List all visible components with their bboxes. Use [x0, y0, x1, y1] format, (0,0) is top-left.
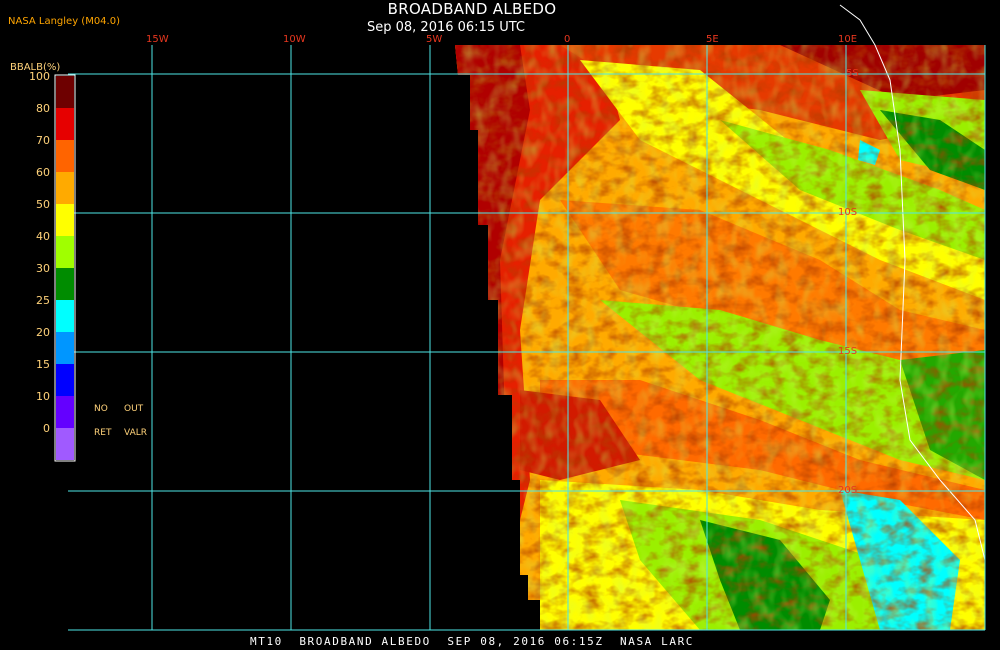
color-bar-segment [56, 236, 74, 268]
albedo-map [54, 4, 986, 631]
scale-tick-label: 0 [43, 422, 50, 435]
color-bar-segment [56, 300, 74, 332]
lat-label-20s: 20S [838, 485, 858, 496]
lon-label-10w: 10W [283, 34, 306, 45]
lat-label-5s: 5S [846, 68, 859, 79]
scale-tick-label: 20 [36, 326, 50, 339]
scale-tick-label: 10 [36, 390, 50, 403]
color-bar-segment [56, 268, 74, 300]
scale-tick-label: 25 [36, 294, 50, 307]
lon-label-10e: 10E [838, 34, 858, 45]
color-bar-segment [56, 332, 74, 364]
scale-tick-label: 15 [36, 358, 50, 371]
color-bar-segment [56, 204, 74, 236]
scale-tick-label: 50 [36, 198, 50, 211]
lat-label-10s: 10S [838, 207, 858, 218]
color-bar-segment [56, 428, 74, 460]
color-bar-segment [56, 396, 74, 428]
no-label: NO [94, 404, 108, 414]
ret-label: RET [94, 428, 112, 438]
color-bar-segment [56, 364, 74, 396]
lon-label-5w: 5W [426, 34, 443, 45]
lat-label-15s: 15S [838, 346, 858, 357]
map-title: BROADBAND ALBEDO [387, 0, 557, 18]
valr-label: VALR [124, 428, 148, 438]
color-bar-segment [56, 172, 74, 204]
scale-tick-label: 40 [36, 230, 50, 243]
scale-tick-label: 60 [36, 166, 50, 179]
scale-tick-label: 100 [29, 70, 50, 83]
lon-label-0: 0 [564, 34, 571, 45]
out-label: OUT [124, 404, 144, 414]
scale-tick-label: 70 [36, 134, 50, 147]
color-bar [54, 74, 76, 462]
color-bar-segment [56, 108, 74, 140]
agency-label: NASA Langley (M04.0) [8, 16, 120, 27]
footer-caption: MT10 BROADBAND ALBEDO SEP 08, 2016 06:15… [250, 635, 695, 648]
albedo-field [455, 45, 985, 630]
lon-label-15w: 15W [146, 34, 169, 45]
color-bar-segment [56, 140, 74, 172]
map-timestamp: Sep 08, 2016 06:15 UTC [366, 20, 526, 35]
lon-label-5e: 5E [706, 34, 719, 45]
scale-tick-label: 80 [36, 102, 50, 115]
scale-tick-label: 30 [36, 262, 50, 275]
color-bar-segment [56, 76, 74, 108]
